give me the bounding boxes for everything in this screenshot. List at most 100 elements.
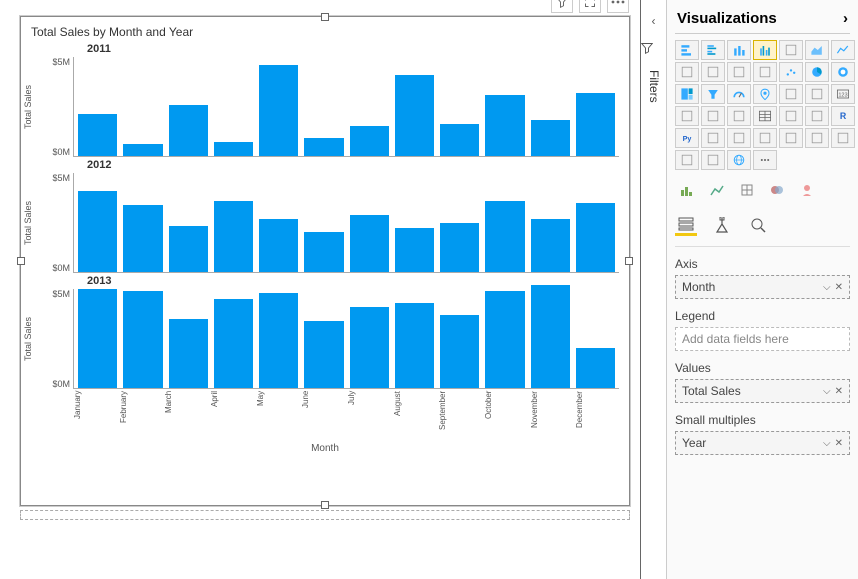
viz-type-gauge[interactable] (727, 84, 751, 104)
chevron-down-icon[interactable]: ⌵ (823, 282, 831, 293)
bar[interactable] (531, 120, 570, 156)
bar[interactable] (531, 219, 570, 272)
bar[interactable] (259, 65, 298, 156)
remove-field-icon[interactable]: ✕ (835, 438, 843, 449)
viz-type-slicer[interactable] (727, 106, 751, 126)
viz-type-key-driver[interactable] (753, 128, 777, 148)
bar[interactable] (395, 303, 434, 388)
viz-type-powerapps[interactable] (701, 150, 725, 170)
viz-type-globe[interactable] (727, 150, 751, 170)
axis-field-pill[interactable]: Month (682, 280, 715, 294)
analytics-tab-icon[interactable] (747, 214, 769, 236)
small-multiples-field-pill[interactable]: Year (682, 436, 706, 450)
viz-type-stacked-column-100[interactable] (779, 40, 803, 60)
viz-type-area[interactable] (805, 40, 829, 60)
custom-viz-custom-3[interactable] (735, 180, 759, 200)
bar[interactable] (395, 228, 434, 272)
format-tab-icon[interactable] (711, 214, 733, 236)
viz-type-azure-map[interactable] (805, 84, 829, 104)
bar[interactable] (123, 144, 162, 156)
viz-type-filled-map[interactable] (779, 84, 803, 104)
viz-type-paginated[interactable] (805, 128, 829, 148)
viz-type-donut[interactable] (831, 62, 855, 82)
viz-type-stacked-bar[interactable] (675, 40, 699, 60)
viz-type-line-stacked[interactable] (675, 62, 699, 82)
legend-well[interactable]: Add data fields here (675, 327, 850, 351)
axis-well[interactable]: Month ⌵ ✕ (675, 275, 850, 299)
bar[interactable] (78, 289, 117, 388)
bar[interactable] (259, 219, 298, 272)
bar[interactable] (78, 191, 117, 272)
bar[interactable] (395, 75, 434, 156)
bar[interactable] (214, 142, 253, 156)
bar[interactable] (576, 203, 615, 272)
custom-viz-custom-4[interactable] (765, 180, 789, 200)
bar[interactable] (304, 321, 343, 388)
viz-type-matrix[interactable] (779, 106, 803, 126)
bar[interactable] (350, 215, 389, 272)
bar[interactable] (304, 138, 343, 156)
bar[interactable] (350, 126, 389, 156)
custom-viz-custom-2[interactable] (705, 180, 729, 200)
values-field-pill[interactable]: Total Sales (682, 384, 741, 398)
bar[interactable] (485, 291, 524, 388)
bar[interactable] (576, 348, 615, 388)
chevron-right-icon[interactable]: › (843, 10, 848, 27)
resize-handle[interactable] (625, 257, 633, 265)
viz-type-treemap[interactable] (675, 84, 699, 104)
values-well[interactable]: Total Sales ⌵ ✕ (675, 379, 850, 403)
viz-type-script[interactable] (831, 128, 855, 148)
bar[interactable] (485, 201, 524, 272)
bar[interactable] (259, 293, 298, 388)
viz-type-clustered-column[interactable] (753, 40, 777, 60)
remove-field-icon[interactable]: ✕ (835, 386, 843, 397)
bar[interactable] (169, 319, 208, 388)
viz-type-kpi[interactable] (701, 106, 725, 126)
viz-type-py-visual[interactable]: Py (675, 128, 699, 148)
viz-type-decomposition[interactable] (701, 128, 725, 148)
viz-type-arcgis[interactable] (675, 150, 699, 170)
viz-type-ribbon[interactable] (727, 62, 751, 82)
viz-type-narrative[interactable] (779, 128, 803, 148)
bar[interactable] (485, 95, 524, 156)
viz-type-funnel[interactable] (701, 84, 725, 104)
bar[interactable] (440, 315, 479, 388)
bar[interactable] (123, 291, 162, 388)
viz-type-map[interactable] (753, 84, 777, 104)
fields-tab-icon[interactable] (675, 214, 697, 236)
remove-field-icon[interactable]: ✕ (835, 282, 843, 293)
viz-type-multi-row-card[interactable] (675, 106, 699, 126)
viz-type-table[interactable] (753, 106, 777, 126)
viz-type-r-visual[interactable]: R (831, 106, 855, 126)
bar[interactable] (169, 226, 208, 272)
chart-visual[interactable]: Total Sales by Month and Year 2011Total … (20, 16, 630, 506)
bar[interactable] (169, 105, 208, 156)
viz-type-card[interactable]: 123 (831, 84, 855, 104)
focus-mode-icon[interactable] (579, 0, 601, 13)
viz-type-waterfall[interactable] (753, 62, 777, 82)
viz-type-influencers[interactable] (805, 106, 829, 126)
bar[interactable] (304, 232, 343, 272)
resize-handle[interactable] (321, 13, 329, 21)
chevron-down-icon[interactable]: ⌵ (823, 438, 831, 449)
viz-type-line[interactable] (831, 40, 855, 60)
filter-icon[interactable] (551, 0, 573, 13)
resize-handle[interactable] (17, 257, 25, 265)
viz-type-line-clustered[interactable] (701, 62, 725, 82)
bar[interactable] (214, 201, 253, 272)
viz-type-pie[interactable] (805, 62, 829, 82)
chevron-down-icon[interactable]: ⌵ (823, 386, 831, 397)
bar[interactable] (350, 307, 389, 388)
small-multiples-well[interactable]: Year ⌵ ✕ (675, 431, 850, 455)
bar[interactable] (440, 223, 479, 273)
bar[interactable] (214, 299, 253, 388)
bar[interactable] (531, 285, 570, 388)
bar[interactable] (440, 124, 479, 156)
more-options-icon[interactable] (607, 0, 629, 13)
bar[interactable] (78, 114, 117, 156)
viz-type-stacked-column[interactable] (727, 40, 751, 60)
bar[interactable] (123, 205, 162, 272)
viz-type-qa[interactable] (727, 128, 751, 148)
custom-viz-custom-5[interactable] (795, 180, 819, 200)
viz-type-scatter[interactable] (779, 62, 803, 82)
